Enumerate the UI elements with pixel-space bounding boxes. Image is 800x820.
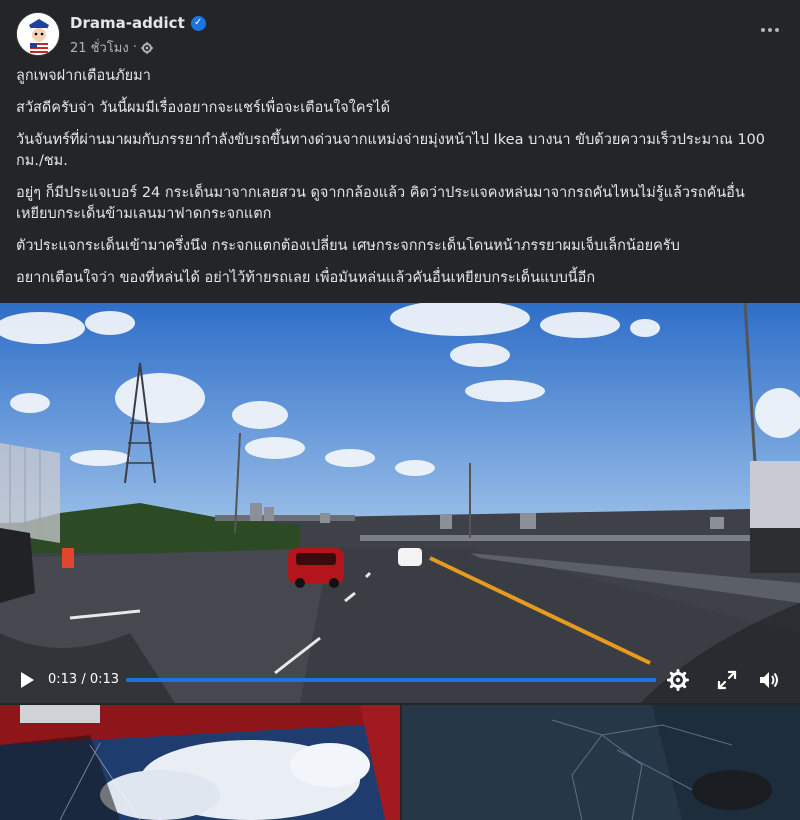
video-player[interactable]: 0:13 / 0:13 — [0, 303, 800, 703]
play-icon[interactable] — [18, 671, 36, 689]
post-paragraph: สวัสดีครับจ่า วันนี้ผมมีเรื่องอยากจะแชร์… — [16, 100, 391, 116]
video-controls: 0:13 / 0:13 — [0, 657, 800, 703]
author-avatar[interactable] — [16, 12, 60, 56]
photo-image — [0, 705, 400, 820]
author-name[interactable]: Drama-addict — [70, 14, 185, 32]
post-paragraph: ลูกเพจฝากเตือนภัยมา — [16, 68, 151, 84]
photo-thumbnail-crack[interactable] — [402, 705, 800, 820]
meta-separator: · — [132, 40, 137, 55]
more-options-icon[interactable] — [756, 18, 784, 42]
video-frame — [0, 303, 800, 703]
photo-thumbnail-windshield[interactable] — [0, 705, 400, 820]
photo-image — [402, 705, 800, 820]
author-name-row: Drama-addict ✓ — [70, 14, 206, 32]
fullscreen-icon[interactable] — [716, 669, 738, 691]
verified-badge-icon: ✓ — [190, 15, 206, 31]
post-paragraph: อยู่ๆ ก็มีประแจเบอร์ 24 กระเด็นมาจากเลยส… — [16, 185, 745, 222]
gear-icon[interactable] — [140, 41, 153, 54]
post-header: Drama-addict ✓ 21 ชั่วโมง · — [16, 12, 784, 60]
video-progress-fill — [126, 678, 656, 682]
post-paragraph: วันจันทร์ที่ผ่านมาผมกับภรรยากำลังขับรถขึ… — [16, 132, 766, 169]
settings-icon[interactable] — [667, 669, 689, 691]
post-meta: 21 ชั่วโมง · — [70, 37, 153, 58]
post-card: Drama-addict ✓ 21 ชั่วโมง · ลูกเพจฝากเตื… — [0, 0, 800, 820]
post-paragraph: ตัวประแจกระเด็นเข้ามาครึ่งนึง กระจกแตกต้… — [16, 238, 680, 254]
post-timestamp[interactable]: 21 ชั่วโมง — [70, 37, 129, 58]
volume-icon[interactable] — [758, 669, 780, 691]
video-time: 0:13 / 0:13 — [48, 672, 120, 687]
avatar-image — [17, 13, 59, 55]
post-paragraph: อยากเตือนใจว่า ของที่หล่นได้ อย่าไว้ท้าย… — [16, 270, 596, 286]
video-progress-bar[interactable] — [126, 678, 656, 682]
post-text: ลูกเพจฝากเตือนภัยมา สวัสดีครับจ่า วันนี้… — [16, 66, 784, 300]
